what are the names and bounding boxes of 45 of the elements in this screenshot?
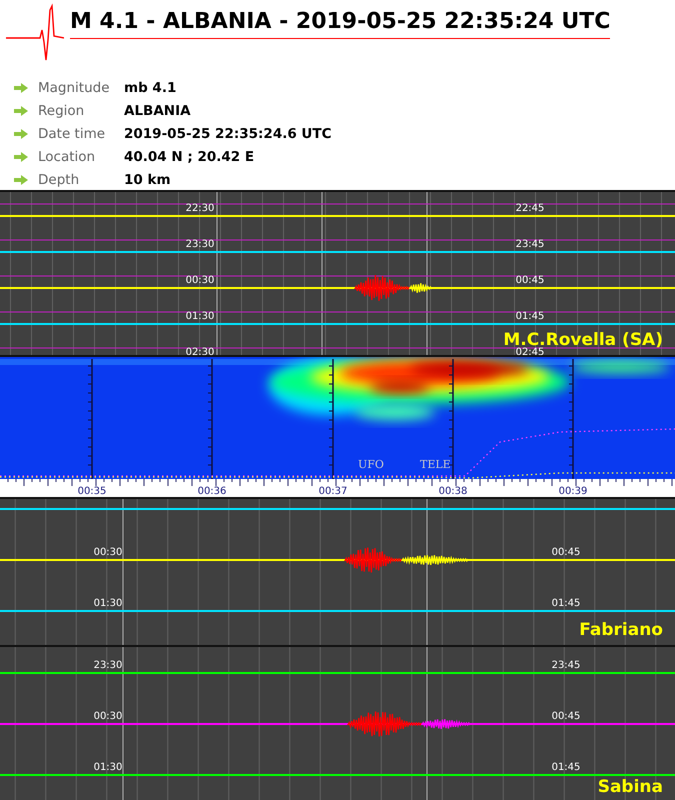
- detail-label: Magnitude: [38, 80, 111, 96]
- axis-label: 00:37: [318, 486, 348, 497]
- time-label: 01:30: [94, 598, 122, 609]
- station-name: Fabriano: [579, 620, 663, 640]
- time-label: 23:45: [552, 660, 580, 671]
- time-label: 22:30: [186, 203, 214, 214]
- axis-label: 00:39: [558, 486, 588, 497]
- page-title: M 4.1 - ALBANIA - 2019-05-25 22:35:24 UTC: [70, 8, 610, 39]
- time-label: 00:45: [552, 547, 580, 558]
- detail-value: mb 4.1: [124, 80, 176, 96]
- arrow-icon: [14, 82, 28, 92]
- time-label: 00:45: [552, 711, 580, 722]
- time-label: 01:30: [94, 762, 122, 773]
- time-label: 00:30: [94, 711, 122, 722]
- time-label: 01:30: [186, 311, 214, 322]
- detail-value: 40.04 N ; 20.42 E: [124, 148, 254, 164]
- time-label: 01:45: [552, 598, 580, 609]
- time-label: 02:30: [186, 347, 214, 355]
- detail-label: Location: [38, 148, 96, 164]
- detail-label: Date time: [38, 126, 106, 142]
- station-name: Sabina: [598, 777, 663, 797]
- time-label: 23:30: [186, 239, 214, 250]
- axis-label: 00:36: [198, 486, 226, 497]
- detail-value: 2019-05-25 22:35:24.6 UTC: [124, 126, 332, 142]
- time-label: 00:45: [516, 275, 544, 286]
- axis-label: 00:35: [78, 486, 106, 497]
- detail-value: 10 km: [124, 172, 171, 188]
- arrow-icon: [14, 152, 28, 162]
- detail-value: ALBANIA: [124, 102, 191, 118]
- time-label: 23:45: [516, 239, 544, 250]
- detail-label: Depth: [38, 172, 80, 188]
- time-label: 23:30: [94, 660, 122, 671]
- time-label: 02:45: [516, 347, 544, 355]
- detail-label: Region: [38, 102, 86, 118]
- axis-label: 00:38: [438, 486, 468, 497]
- time-label: 00:30: [186, 275, 214, 286]
- time-label: 00:30: [94, 547, 122, 558]
- arrow-icon: [14, 106, 28, 116]
- marker-label: UFO: [358, 458, 384, 471]
- time-label: 01:45: [552, 762, 580, 773]
- arrow-icon: [14, 128, 28, 138]
- marker-label: TELE: [420, 458, 451, 471]
- time-label: 01:45: [516, 311, 544, 322]
- time-label: 22:45: [516, 203, 544, 214]
- arrow-icon: [14, 174, 28, 184]
